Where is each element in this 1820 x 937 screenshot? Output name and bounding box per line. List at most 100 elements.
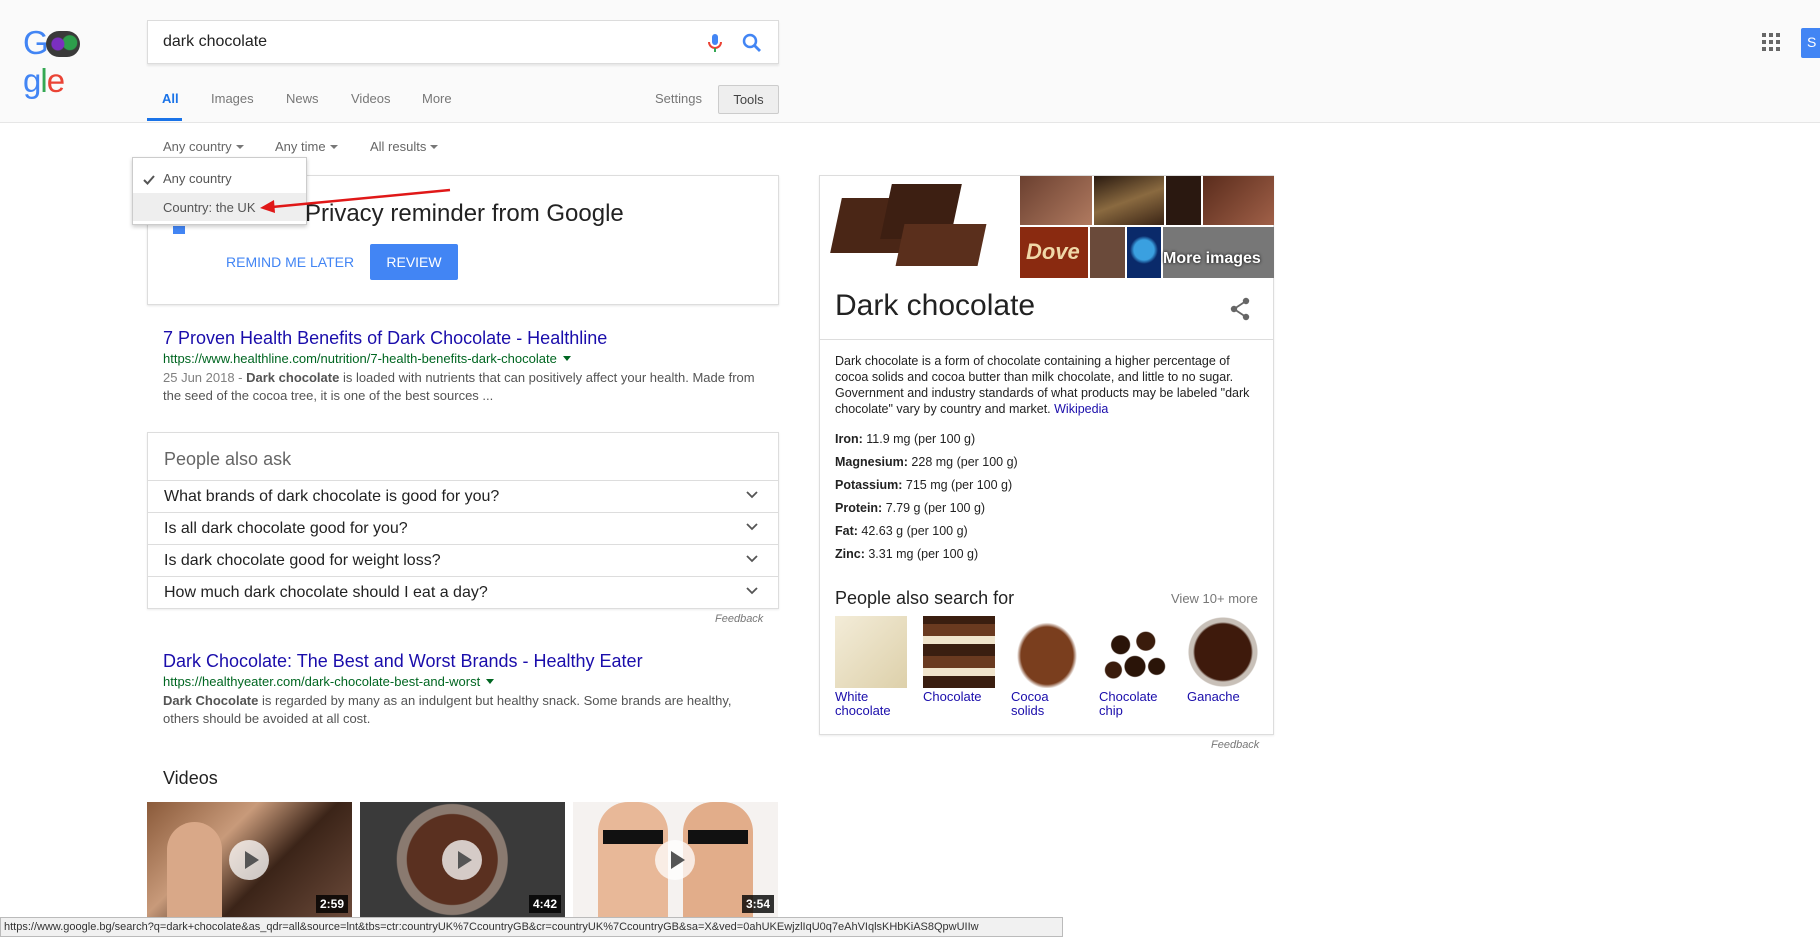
video-thumbnail-1[interactable]: 2:59 bbox=[147, 802, 352, 917]
tools-button[interactable]: Tools bbox=[718, 85, 779, 114]
active-tab-indicator bbox=[147, 118, 182, 121]
chocolate-image bbox=[923, 616, 995, 688]
remind-later-button[interactable]: REMIND ME LATER bbox=[226, 254, 354, 270]
results-filter[interactable]: All results bbox=[370, 139, 439, 154]
view-more-link[interactable]: View 10+ more bbox=[1171, 591, 1258, 606]
menu-item-label: Any country bbox=[163, 171, 232, 186]
pas-item-ganache[interactable]: Ganache bbox=[1187, 616, 1259, 704]
sign-in-button[interactable]: S bbox=[1801, 28, 1820, 58]
search-icon[interactable] bbox=[740, 31, 764, 55]
pas-label: Cocoa solids bbox=[1011, 689, 1049, 718]
time-filter[interactable]: Any time bbox=[275, 139, 338, 154]
chocolate-chip-image bbox=[1099, 616, 1171, 688]
url-menu-caret-icon[interactable] bbox=[486, 679, 495, 684]
search-input[interactable]: dark chocolate bbox=[163, 33, 267, 51]
people-also-search-title: People also search for bbox=[835, 588, 1015, 608]
knowledge-panel: Dove More images Dark chocolate Dark cho… bbox=[819, 175, 1274, 735]
video-thumbnail-3[interactable]: 3:54 bbox=[573, 802, 778, 917]
tab-more[interactable]: More bbox=[422, 91, 452, 106]
kp-thumb-image[interactable] bbox=[1203, 176, 1274, 225]
kp-thumb-image[interactable] bbox=[1020, 176, 1092, 225]
apps-grid-icon[interactable] bbox=[1762, 33, 1780, 51]
kp-main-image[interactable] bbox=[820, 176, 1010, 278]
result-2-url[interactable]: https://healthyeater.com/dark-chocolate-… bbox=[163, 674, 495, 689]
privacy-shield-icon bbox=[173, 226, 185, 234]
pas-label: White chocolate bbox=[835, 689, 891, 718]
microphone-icon[interactable] bbox=[703, 31, 727, 55]
paa-question-row[interactable]: Is all dark chocolate good for you? bbox=[148, 512, 778, 544]
pas-item-white-chocolate[interactable]: White chocolate bbox=[835, 616, 907, 718]
kp-feedback-link[interactable]: Feedback bbox=[1211, 739, 1259, 751]
browser-status-bar: https://www.google.bg/search?q=dark+choc… bbox=[0, 917, 1063, 937]
settings-link[interactable]: Settings bbox=[655, 91, 702, 106]
videos-heading: Videos bbox=[163, 768, 218, 788]
kp-thumb-image[interactable] bbox=[1090, 227, 1125, 278]
kp-thumb-image[interactable] bbox=[1166, 176, 1201, 225]
pas-label: Chocolate chip bbox=[1099, 689, 1158, 718]
fact-label[interactable]: Zinc: bbox=[835, 547, 865, 561]
kp-thumb-image[interactable] bbox=[1127, 227, 1161, 278]
pas-label: Ganache bbox=[1187, 689, 1240, 704]
fact-value: 3.31 mg (per 100 g) bbox=[864, 547, 979, 561]
search-box[interactable]: dark chocolate bbox=[147, 20, 779, 64]
fact-label[interactable]: Magnesium: bbox=[835, 455, 908, 469]
fact-value: 42.63 g (per 100 g) bbox=[857, 524, 968, 538]
google-logo[interactable]: Ggle bbox=[23, 24, 117, 99]
paa-question-row[interactable]: How much dark chocolate should I eat a d… bbox=[148, 576, 778, 608]
time-filter-label: Any time bbox=[275, 139, 326, 154]
fact-label[interactable]: Fat: bbox=[835, 524, 858, 538]
pas-item-cocoa-solids[interactable]: Cocoa solids bbox=[1011, 616, 1083, 718]
pas-item-chocolate-chip[interactable]: Chocolate chip bbox=[1099, 616, 1171, 718]
country-filter[interactable]: Any country bbox=[163, 139, 244, 154]
doodle-icon bbox=[45, 31, 80, 57]
results-filter-label: All results bbox=[370, 139, 427, 154]
kp-thumb-image[interactable] bbox=[1094, 176, 1164, 225]
snippet-bold: Dark Chocolate bbox=[163, 693, 259, 708]
tab-all[interactable]: All bbox=[162, 91, 179, 106]
tab-news[interactable]: News bbox=[286, 91, 319, 106]
result-url-text: https://www.healthline.com/nutrition/7-h… bbox=[163, 351, 557, 366]
kp-thumb-image[interactable]: Dove bbox=[1020, 227, 1088, 278]
country-filter-label: Any country bbox=[163, 139, 232, 154]
chevron-down-icon bbox=[746, 555, 758, 563]
annotation-arrow bbox=[260, 188, 451, 213]
fact-label[interactable]: Potassium: bbox=[835, 478, 902, 492]
paa-feedback-link[interactable]: Feedback bbox=[715, 613, 763, 625]
menu-item-label: Country: the UK bbox=[163, 200, 256, 215]
white-chocolate-image bbox=[835, 616, 907, 688]
video-person-image bbox=[167, 822, 222, 917]
paa-title: People also ask bbox=[164, 449, 292, 469]
caret-down-icon bbox=[430, 145, 439, 149]
divider bbox=[820, 339, 1273, 340]
fact-label[interactable]: Protein: bbox=[835, 501, 882, 515]
paa-question-row[interactable]: What brands of dark chocolate is good fo… bbox=[148, 480, 778, 512]
tab-images[interactable]: Images bbox=[211, 91, 254, 106]
result-1-url[interactable]: https://www.healthline.com/nutrition/7-h… bbox=[163, 351, 571, 366]
result-1-title[interactable]: 7 Proven Health Benefits of Dark Chocola… bbox=[163, 328, 607, 349]
chevron-down-icon bbox=[746, 587, 758, 595]
more-images-label[interactable]: More images bbox=[1163, 250, 1261, 268]
chocolate-piece bbox=[895, 224, 987, 266]
review-button[interactable]: REVIEW bbox=[370, 244, 458, 280]
pas-item-chocolate[interactable]: Chocolate bbox=[923, 616, 995, 704]
paa-question-row[interactable]: Is dark chocolate good for weight loss? bbox=[148, 544, 778, 576]
result-2-title[interactable]: Dark Chocolate: The Best and Worst Brand… bbox=[163, 651, 643, 672]
kp-fact-magnesium: Magnesium: 228 mg (per 100 g) bbox=[835, 455, 1018, 469]
fact-value: 228 mg (per 100 g) bbox=[907, 455, 1018, 469]
wikipedia-link[interactable]: Wikipedia bbox=[1054, 402, 1108, 416]
share-icon[interactable] bbox=[1229, 297, 1251, 321]
ganache-image bbox=[1187, 616, 1259, 688]
video-thumbnail-2[interactable]: 4:42 bbox=[360, 802, 565, 917]
fact-label[interactable]: Iron: bbox=[835, 432, 863, 446]
kp-fact-iron: Iron: 11.9 mg (per 100 g) bbox=[835, 432, 975, 446]
fact-value: 715 mg (per 100 g) bbox=[902, 478, 1013, 492]
chevron-down-icon bbox=[746, 523, 758, 531]
chevron-down-icon bbox=[746, 491, 758, 499]
video-duration: 3:54 bbox=[741, 895, 774, 913]
tab-videos[interactable]: Videos bbox=[351, 91, 391, 106]
result-1-snippet: 25 Jun 2018 - Dark chocolate is loaded w… bbox=[163, 369, 763, 405]
kp-fact-potassium: Potassium: 715 mg (per 100 g) bbox=[835, 478, 1012, 492]
result-2-snippet: Dark Chocolate is regarded by many as an… bbox=[163, 692, 763, 728]
header: Ggle dark chocolate S All Images News Vi… bbox=[0, 0, 1820, 123]
url-menu-caret-icon[interactable] bbox=[562, 356, 571, 361]
